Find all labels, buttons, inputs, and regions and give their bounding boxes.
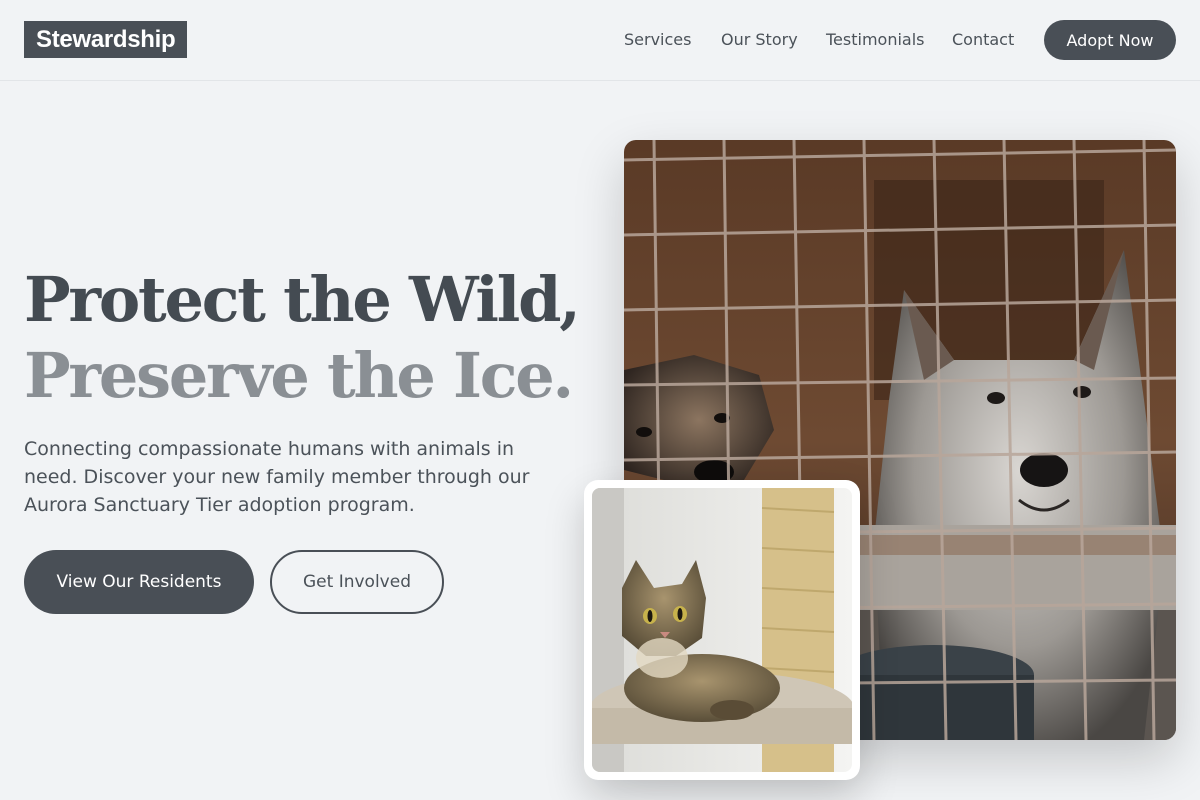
cat-photo-card — [584, 480, 860, 780]
site-header: Stewardship Services Our Story Testimoni… — [0, 0, 1200, 81]
cat-photo-graphic — [592, 488, 852, 772]
nav-link-contact[interactable]: Contact — [952, 30, 1014, 50]
cat-image — [592, 488, 852, 772]
headline-line-1: Protect the Wild, — [24, 263, 581, 336]
get-involved-button[interactable]: Get Involved — [270, 550, 444, 614]
view-residents-button[interactable]: View Our Residents — [24, 550, 254, 614]
adopt-now-button[interactable]: Adopt Now — [1044, 20, 1176, 60]
hero-headline: Protect the Wild, Preserve the Ice. — [24, 262, 604, 414]
nav-link-services[interactable]: Services — [624, 30, 691, 50]
headline-line-2: Preserve the Ice. — [24, 339, 574, 412]
hero-description: Connecting compassionate humans with ani… — [24, 438, 530, 516]
nav-link-testimonials[interactable]: Testimonials — [826, 30, 925, 50]
nav-link-our-story[interactable]: Our Story — [721, 30, 798, 50]
brand-logo[interactable]: Stewardship — [24, 21, 188, 58]
